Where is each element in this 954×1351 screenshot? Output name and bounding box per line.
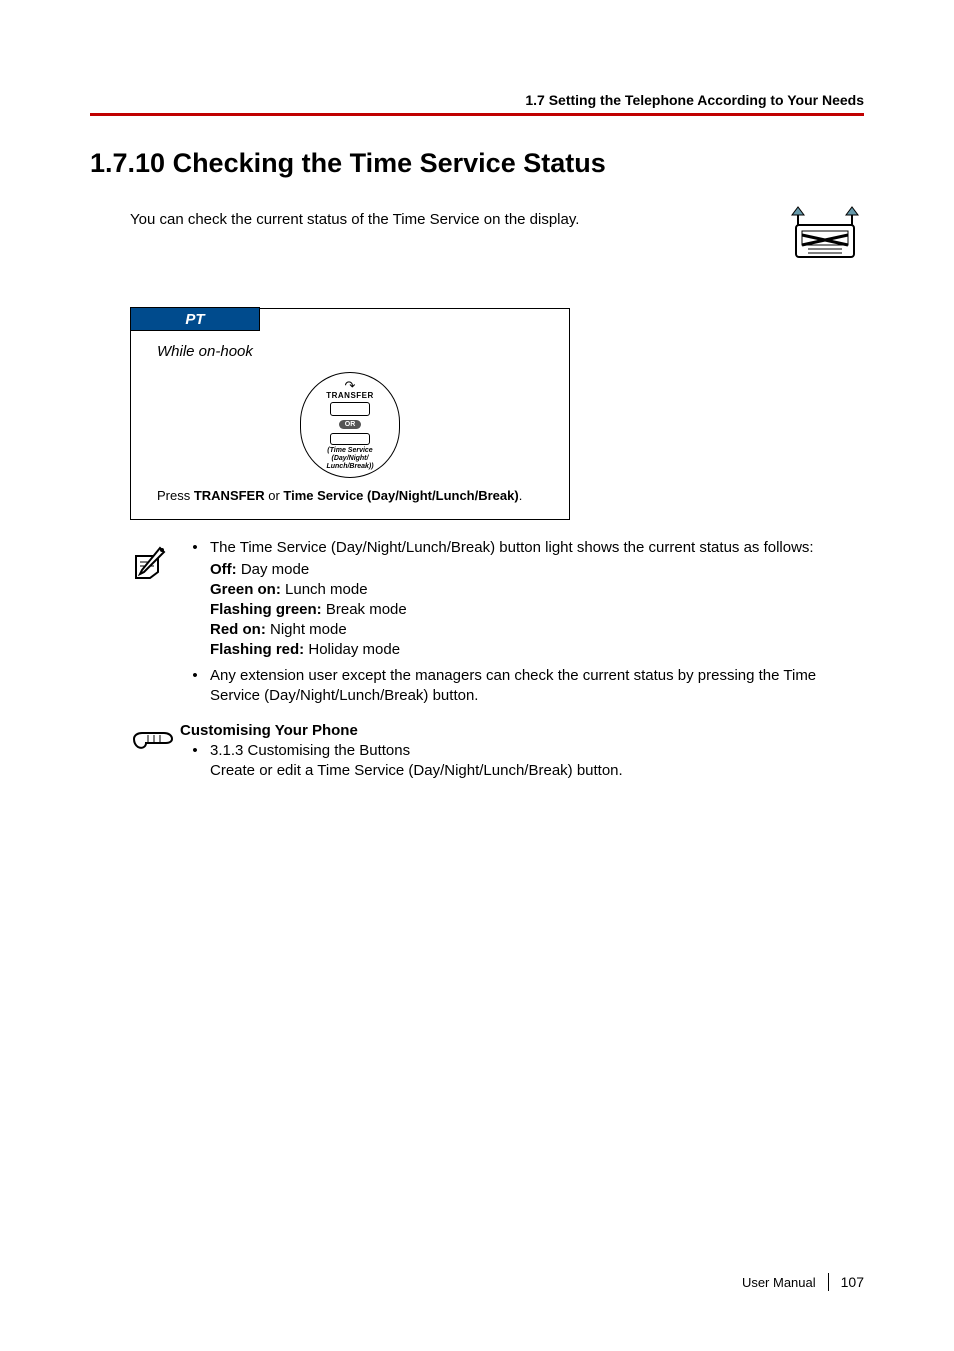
footer-label: User Manual — [742, 1275, 816, 1290]
transfer-key-label: TRANSFER — [326, 391, 374, 400]
press-time-service-bold: Time Service (Day/Night/Lunch/Break) — [283, 488, 518, 503]
note-bullet-1: The Time Service (Day/Night/Lunch/Break)… — [210, 538, 814, 558]
time-service-key-icon — [330, 433, 370, 445]
footer-page-number: 107 — [841, 1274, 864, 1290]
status-off: Off: Day mode — [210, 560, 864, 580]
green-label: Green on: — [210, 581, 281, 598]
header-divider — [90, 113, 864, 116]
time-service-key-label-3: Lunch/Break)) — [326, 463, 373, 471]
or-pill: OR — [339, 420, 362, 429]
bullet-dot: • — [180, 741, 210, 761]
press-prefix: Press — [157, 488, 194, 503]
phone-display-icon — [786, 205, 864, 267]
pt-procedure-box: PT While on-hook ↷ TRANSFER OR (Time Ser… — [130, 308, 570, 520]
press-suffix: . — [519, 488, 523, 503]
time-service-key-label-1: (Time Service — [327, 447, 372, 455]
press-mid: or — [265, 488, 284, 503]
status-flashing-green: Flashing green: Break mode — [210, 600, 864, 620]
page-header-breadcrumb: 1.7 Setting the Telephone According to Y… — [525, 92, 864, 108]
red-label: Red on: — [210, 621, 266, 638]
intro-text: You can check the current status of the … — [130, 205, 579, 228]
section-title: 1.7.10 Checking the Time Service Status — [90, 148, 606, 179]
on-hook-label: While on-hook — [157, 343, 549, 360]
red-text: Night mode — [266, 621, 347, 638]
customising-bullet-link: 3.1.3 Customising the Buttons — [210, 741, 410, 761]
transfer-arrow-icon: ↷ — [345, 381, 356, 391]
note-icon — [130, 538, 180, 708]
page-footer: User Manual 107 — [742, 1273, 864, 1291]
customising-subline: Create or edit a Time Service (Day/Night… — [210, 761, 864, 781]
note-bullet-2: Any extension user except the managers c… — [210, 666, 864, 706]
status-red: Red on: Night mode — [210, 620, 864, 640]
pointing-hand-icon — [130, 721, 180, 781]
status-flashing-red: Flashing red: Holiday mode — [210, 640, 864, 660]
transfer-key-icon — [330, 402, 370, 416]
press-instruction: Press TRANSFER or Time Service (Day/Nigh… — [157, 488, 549, 503]
customising-heading: Customising Your Phone — [180, 721, 864, 741]
flashr-label: Flashing red: — [210, 641, 304, 658]
button-choice-group: ↷ TRANSFER OR (Time Service (Day/Night/ … — [300, 372, 400, 478]
flashg-text: Break mode — [322, 601, 407, 618]
off-label: Off: — [210, 561, 237, 578]
footer-divider — [828, 1273, 829, 1291]
press-transfer-bold: TRANSFER — [194, 488, 265, 503]
status-green: Green on: Lunch mode — [210, 580, 864, 600]
pt-tab: PT — [130, 307, 260, 331]
flashr-text: Holiday mode — [304, 641, 400, 658]
time-service-key-label-2: (Day/Night/ — [332, 455, 369, 463]
flashg-label: Flashing green: — [210, 601, 322, 618]
bullet-dot: • — [180, 538, 210, 558]
green-text: Lunch mode — [281, 581, 368, 598]
off-text: Day mode — [237, 561, 310, 578]
bullet-dot: • — [180, 666, 210, 706]
